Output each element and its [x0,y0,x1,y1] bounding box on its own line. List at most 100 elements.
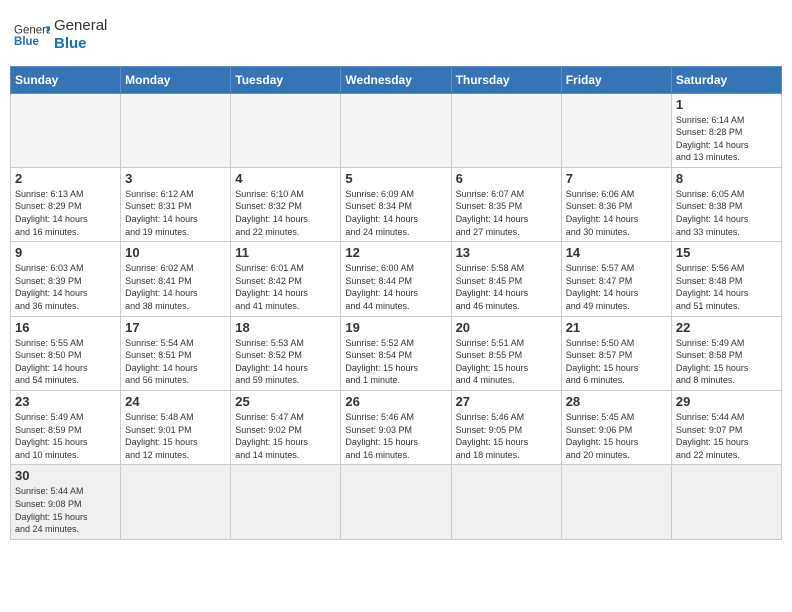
week-row-4: 16 Sunrise: 5:55 AM Sunset: 8:50 PM Dayli… [11,316,782,390]
day-number: 12 [345,245,446,260]
day-number: 24 [125,394,226,409]
day-number: 30 [15,468,116,483]
day-cell: 18 Sunrise: 5:53 AM Sunset: 8:52 PM Dayli… [231,316,341,390]
day-info: Sunrise: 5:54 AM Sunset: 8:51 PM Dayligh… [125,337,226,387]
logo-general: General [54,17,107,34]
day-number: 16 [15,320,116,335]
day-info: Sunrise: 5:46 AM Sunset: 9:05 PM Dayligh… [456,411,557,461]
day-info: Sunrise: 5:49 AM Sunset: 8:59 PM Dayligh… [15,411,116,461]
day-cell: 24 Sunrise: 5:48 AM Sunset: 9:01 PM Dayli… [121,391,231,465]
day-cell: 12 Sunrise: 6:00 AM Sunset: 8:44 PM Dayli… [341,242,451,316]
day-cell [561,93,671,167]
day-cell: 20 Sunrise: 5:51 AM Sunset: 8:55 PM Dayli… [451,316,561,390]
day-number: 27 [456,394,557,409]
day-info: Sunrise: 6:12 AM Sunset: 8:31 PM Dayligh… [125,188,226,238]
day-cell: 27 Sunrise: 5:46 AM Sunset: 9:05 PM Dayli… [451,391,561,465]
day-info: Sunrise: 6:10 AM Sunset: 8:32 PM Dayligh… [235,188,336,238]
day-number: 6 [456,171,557,186]
day-info: Sunrise: 6:07 AM Sunset: 8:35 PM Dayligh… [456,188,557,238]
day-cell: 6 Sunrise: 6:07 AM Sunset: 8:35 PM Daylig… [451,167,561,241]
day-cell [561,465,671,539]
day-cell: 2Sunrise: 6:13 AM Sunset: 8:29 PM Daylig… [11,167,121,241]
day-cell: 25Sunrise: 5:47 AM Sunset: 9:02 PM Dayli… [231,391,341,465]
week-row-1: 1Sunrise: 6:14 AM Sunset: 8:28 PM Daylig… [11,93,782,167]
day-cell: 9Sunrise: 6:03 AM Sunset: 8:39 PM Daylig… [11,242,121,316]
day-number: 17 [125,320,226,335]
day-info: Sunrise: 5:51 AM Sunset: 8:55 PM Dayligh… [456,337,557,387]
day-info: Sunrise: 6:00 AM Sunset: 8:44 PM Dayligh… [345,262,446,312]
day-info: Sunrise: 5:53 AM Sunset: 8:52 PM Dayligh… [235,337,336,387]
day-info: Sunrise: 5:55 AM Sunset: 8:50 PM Dayligh… [15,337,116,387]
day-number: 25 [235,394,336,409]
day-cell [11,93,121,167]
day-number: 7 [566,171,667,186]
day-number: 5 [345,171,446,186]
day-info: Sunrise: 5:49 AM Sunset: 8:58 PM Dayligh… [676,337,777,387]
weekday-header-tuesday: Tuesday [231,66,341,93]
day-info: Sunrise: 6:02 AM Sunset: 8:41 PM Dayligh… [125,262,226,312]
day-number: 13 [456,245,557,260]
calendar-table: SundayMondayTuesdayWednesdayThursdayFrid… [10,66,782,540]
svg-text:General: General [14,24,50,36]
day-number: 10 [125,245,226,260]
day-cell [341,93,451,167]
logo-blue: Blue [54,35,107,52]
week-row-5: 23 Sunrise: 5:49 AM Sunset: 8:59 PM Dayli… [11,391,782,465]
day-info: Sunrise: 6:13 AM Sunset: 8:29 PM Dayligh… [15,188,116,238]
day-info: Sunrise: 5:44 AM Sunset: 9:07 PM Dayligh… [676,411,777,461]
week-row-3: 9Sunrise: 6:03 AM Sunset: 8:39 PM Daylig… [11,242,782,316]
day-cell: 11 Sunrise: 6:01 AM Sunset: 8:42 PM Dayli… [231,242,341,316]
day-number: 29 [676,394,777,409]
day-info: Sunrise: 5:57 AM Sunset: 8:47 PM Dayligh… [566,262,667,312]
day-cell: 29 Sunrise: 5:44 AM Sunset: 9:07 PM Dayli… [671,391,781,465]
day-number: 21 [566,320,667,335]
day-number: 9 [15,245,116,260]
logo: General Blue General Blue [14,18,107,52]
day-number: 11 [235,245,336,260]
day-number: 1 [676,97,777,112]
weekday-header-saturday: Saturday [671,66,781,93]
day-cell: 14 Sunrise: 5:57 AM Sunset: 8:47 PM Dayli… [561,242,671,316]
day-info: Sunrise: 5:52 AM Sunset: 8:54 PM Dayligh… [345,337,446,387]
day-cell: 28Sunrise: 5:45 AM Sunset: 9:06 PM Dayli… [561,391,671,465]
day-cell: 17 Sunrise: 5:54 AM Sunset: 8:51 PM Dayli… [121,316,231,390]
day-number: 26 [345,394,446,409]
day-cell: 7 Sunrise: 6:06 AM Sunset: 8:36 PM Daylig… [561,167,671,241]
day-cell [341,465,451,539]
day-number: 20 [456,320,557,335]
day-info: Sunrise: 6:05 AM Sunset: 8:38 PM Dayligh… [676,188,777,238]
day-info: Sunrise: 6:06 AM Sunset: 8:36 PM Dayligh… [566,188,667,238]
day-cell [231,93,341,167]
day-cell: 22 Sunrise: 5:49 AM Sunset: 8:58 PM Dayli… [671,316,781,390]
day-cell: 21 Sunrise: 5:50 AM Sunset: 8:57 PM Dayli… [561,316,671,390]
day-info: Sunrise: 5:50 AM Sunset: 8:57 PM Dayligh… [566,337,667,387]
day-number: 19 [345,320,446,335]
day-number: 18 [235,320,336,335]
day-cell [451,93,561,167]
day-number: 14 [566,245,667,260]
day-cell: 30Sunrise: 5:44 AM Sunset: 9:08 PM Dayli… [11,465,121,539]
day-number: 28 [566,394,667,409]
weekday-header-monday: Monday [121,66,231,93]
day-number: 22 [676,320,777,335]
day-number: 23 [15,394,116,409]
weekday-header-row: SundayMondayTuesdayWednesdayThursdayFrid… [11,66,782,93]
day-info: Sunrise: 6:01 AM Sunset: 8:42 PM Dayligh… [235,262,336,312]
day-cell: 19 Sunrise: 5:52 AM Sunset: 8:54 PM Dayli… [341,316,451,390]
day-cell [121,93,231,167]
day-cell: 5Sunrise: 6:09 AM Sunset: 8:34 PM Daylig… [341,167,451,241]
page-header: General Blue General Blue [10,10,782,60]
day-info: Sunrise: 5:48 AM Sunset: 9:01 PM Dayligh… [125,411,226,461]
day-cell: 3Sunrise: 6:12 AM Sunset: 8:31 PM Daylig… [121,167,231,241]
week-row-2: 2Sunrise: 6:13 AM Sunset: 8:29 PM Daylig… [11,167,782,241]
weekday-header-thursday: Thursday [451,66,561,93]
day-number: 8 [676,171,777,186]
day-info: Sunrise: 5:46 AM Sunset: 9:03 PM Dayligh… [345,411,446,461]
day-cell: 4Sunrise: 6:10 AM Sunset: 8:32 PM Daylig… [231,167,341,241]
day-cell [671,465,781,539]
day-number: 15 [676,245,777,260]
day-cell: 1Sunrise: 6:14 AM Sunset: 8:28 PM Daylig… [671,93,781,167]
svg-text:Blue: Blue [14,36,40,48]
day-cell [121,465,231,539]
day-cell: 16 Sunrise: 5:55 AM Sunset: 8:50 PM Dayli… [11,316,121,390]
